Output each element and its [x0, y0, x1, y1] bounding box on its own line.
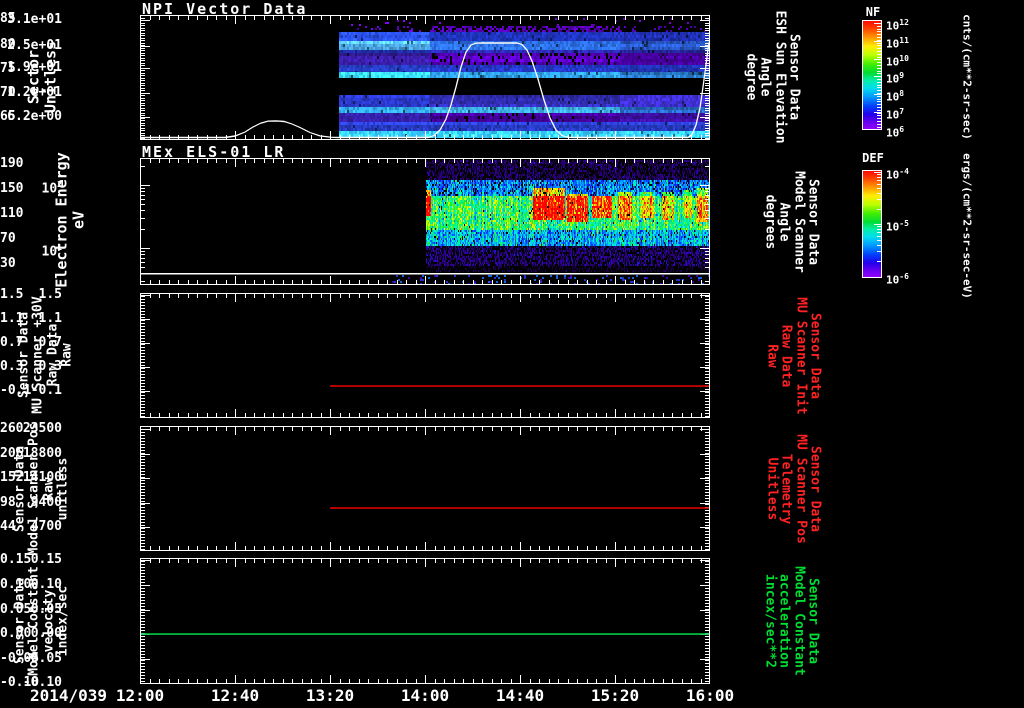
panel1-right-tick-label: 65	[0, 109, 16, 124]
def-colorbar-units: ergs/(cm**2-sr-sec-eV)	[960, 153, 974, 299]
nf-colorbar-tick-label: 106	[886, 125, 905, 140]
x-tick-label: 14:40	[495, 686, 545, 705]
panel4-right-tick-label: 206	[0, 446, 24, 461]
nf-colorbar	[862, 20, 882, 130]
panel5-right-tick-label: 0.15	[0, 552, 32, 567]
panel1-right-tick-label: 70	[0, 85, 16, 100]
nf-colorbar-title: NF	[865, 5, 881, 19]
panel3-right-tick-label: 1.5	[0, 287, 24, 302]
panel1-right-tick-label: 80	[0, 37, 16, 52]
def-colorbar-tick-label: 10-6	[886, 272, 909, 287]
x-tick-label: 12:40	[210, 686, 260, 705]
panel1-right-label: Sensor Data ESH Sun Elevation Angle degr…	[743, 10, 802, 144]
panel5-right-tick-label: 0.00	[0, 626, 32, 641]
def-colorbar-tick-label: 10-4	[886, 167, 909, 182]
panel4-right-tick-label: 152	[0, 470, 24, 485]
panel5-right-label: Sensor Data Model Constant acceleration …	[762, 566, 821, 676]
panel4-right-label: Sensor Data MU Scanner Pos Telemetry Uni…	[764, 434, 823, 544]
def-colorbar-tick-label: 10-5	[886, 219, 909, 234]
nf-colorbar-tick-label: 1010	[886, 54, 909, 69]
def-colorbar-title: DEF	[862, 151, 884, 165]
panel1-right-tick-label: 85	[0, 11, 16, 26]
nf-colorbar-tick-label: 108	[886, 89, 905, 104]
panel5-right-tick-label: 0.10	[0, 577, 32, 592]
x-tick-label: 13:20	[305, 686, 355, 705]
nf-colorbar-tick-label: 1011	[886, 36, 909, 51]
panel2-right-tick-label: 150	[0, 181, 24, 196]
panel2-right-tick-label: 70	[0, 231, 16, 246]
panel2-plot-area	[140, 158, 710, 285]
panel4-right-tick-label: 44	[0, 519, 16, 534]
panel2-right-tick-label: 190	[0, 156, 24, 171]
panel4-plot-area	[140, 426, 710, 551]
def-colorbar	[862, 170, 882, 278]
panel1-plot-area	[140, 15, 710, 140]
nf-colorbar-tick-label: 107	[886, 107, 905, 122]
panel4-ylabel: Sensor Data Model Scanner Pos Raw unitle…	[12, 422, 71, 556]
panel3-right-tick-label: -0.1	[0, 383, 32, 398]
panel3-right-label: Sensor Data MU Scanner Init Raw Data Raw	[764, 297, 823, 415]
panel5-right-tick-label: 0.05	[0, 602, 32, 617]
x-tick-label: 16:00	[685, 686, 735, 705]
panel3-plot-area	[140, 293, 710, 418]
panel4-right-tick-label: 260	[0, 421, 24, 436]
x-tick-label: 12:00	[115, 686, 165, 705]
panel2-right-tick-label: 110	[0, 206, 24, 221]
panel5-right-tick-label: -0.05	[0, 651, 40, 666]
panel3-right-tick-label: 1.1	[0, 311, 24, 326]
panel5-plot-area	[140, 558, 710, 684]
panel4-right-tick-label: 98	[0, 495, 16, 510]
nf-colorbar-tick-label: 109	[886, 71, 905, 86]
panel2-right-tick-label: 30	[0, 256, 16, 271]
x-tick-label: 14:00	[400, 686, 450, 705]
panel5-right-tick-label: -0.10	[0, 675, 40, 690]
panel2-right-label: Sensor Data Model Scanner Angle degrees	[762, 171, 821, 273]
nf-colorbar-tick-label: 1012	[886, 18, 909, 33]
nf-colorbar-units: cnts/(cm**2-sr-sec)	[960, 14, 974, 140]
plot-root: NPI Vector Data MEx ELS-01 LR Sector Uni…	[0, 0, 1024, 708]
panel3-right-tick-label: 0.3	[0, 359, 24, 374]
panel3-right-tick-label: 0.7	[0, 335, 24, 350]
panel1-right-tick-label: 75	[0, 61, 16, 76]
x-tick-label: 15:20	[590, 686, 640, 705]
